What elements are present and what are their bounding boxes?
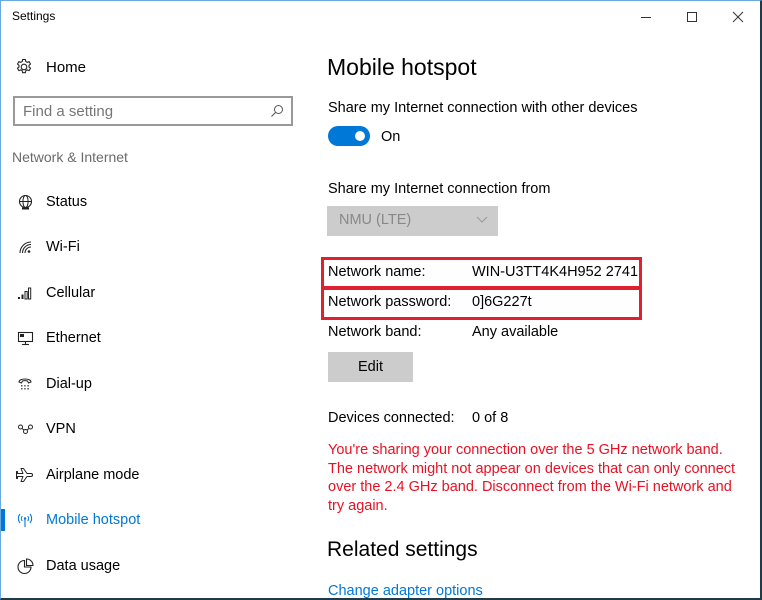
dropdown-selected-value: NMU (LTE) <box>339 212 412 228</box>
maximize-button[interactable] <box>669 1 715 33</box>
home-label: Home <box>46 58 87 76</box>
pie-chart-icon <box>16 557 34 574</box>
share-from-label: Share my Internet connection from <box>328 181 551 197</box>
sidebar-item-dial-up[interactable]: Dial-up <box>1 369 301 399</box>
active-indicator <box>1 509 5 531</box>
network-password-label: Network password: <box>328 294 452 310</box>
hotspot-icon <box>16 512 34 528</box>
wifi-icon <box>16 239 34 255</box>
band-warning-message: You're sharing your connection over the … <box>328 442 736 515</box>
maximize-icon <box>687 12 697 22</box>
chevron-down-icon <box>476 216 488 223</box>
airplane-icon <box>16 467 34 483</box>
page-title: Mobile hotspot <box>327 54 477 80</box>
network-band-value: Any available <box>472 324 559 340</box>
sidebar-item-wifi[interactable]: Wi-Fi <box>1 232 301 262</box>
devices-connected-label: Devices connected: <box>328 410 455 426</box>
share-connection-label: Share my Internet connection with other … <box>328 100 638 116</box>
settings-window: Settings Home Network & Internet Status <box>0 0 762 600</box>
sidebar-item-label: Ethernet <box>46 330 101 346</box>
cellular-signal-icon <box>16 285 34 301</box>
sidebar-item-label: Airplane mode <box>46 467 140 483</box>
sidebar-item-airplane-mode[interactable]: Airplane mode <box>1 460 301 490</box>
devices-connected-value: 0 of 8 <box>472 410 509 426</box>
network-name-label: Network name: <box>328 264 426 280</box>
search-box[interactable] <box>13 96 293 126</box>
sidebar-item-label: VPN <box>46 421 76 437</box>
network-band-label: Network band: <box>328 324 422 340</box>
sidebar-item-label: Status <box>46 194 88 210</box>
minimize-icon <box>641 17 651 18</box>
gear-icon <box>16 58 32 74</box>
sidebar-item-data-usage[interactable]: Data usage <box>1 551 301 581</box>
ethernet-icon <box>16 330 34 346</box>
network-password-value: 0]6G227t <box>472 294 532 310</box>
sidebar-item-label: Data usage <box>46 558 121 574</box>
edit-button[interactable]: Edit <box>328 352 413 382</box>
title-bar[interactable]: Settings <box>1 1 760 33</box>
sidebar-home[interactable]: Home <box>15 55 86 79</box>
section-label: Network & Internet <box>12 149 128 165</box>
minimize-button[interactable] <box>623 1 669 33</box>
sidebar-item-label: Cellular <box>46 285 96 301</box>
window-title: Settings <box>12 9 56 23</box>
sidebar-item-label: Dial-up <box>46 376 92 392</box>
toggle-state-label: On <box>381 129 401 145</box>
hotspot-toggle[interactable] <box>328 126 370 146</box>
close-icon <box>732 11 744 23</box>
sidebar-item-label: Mobile hotspot <box>46 512 141 528</box>
close-button[interactable] <box>715 1 761 33</box>
sidebar-item-label: Wi-Fi <box>46 239 80 255</box>
search-input[interactable] <box>23 101 263 121</box>
sidebar-item-mobile-hotspot[interactable]: Mobile hotspot <box>1 505 301 535</box>
sidebar-item-ethernet[interactable]: Ethernet <box>1 323 301 353</box>
toggle-knob <box>355 131 365 141</box>
phone-icon <box>16 376 34 392</box>
related-settings-heading: Related settings <box>327 538 478 561</box>
network-name-value: WIN-U3TT4K4H952 2741 <box>472 264 639 280</box>
share-from-dropdown[interactable]: NMU (LTE) <box>327 206 498 236</box>
sidebar-item-cellular[interactable]: Cellular <box>1 278 301 308</box>
sidebar-item-status[interactable]: Status <box>1 187 301 217</box>
sidebar-item-vpn[interactable]: VPN <box>1 414 301 444</box>
globe-icon <box>16 194 34 210</box>
search-icon[interactable] <box>270 104 284 118</box>
vpn-icon <box>16 421 34 437</box>
change-adapter-options-link[interactable]: Change adapter options <box>328 583 483 599</box>
